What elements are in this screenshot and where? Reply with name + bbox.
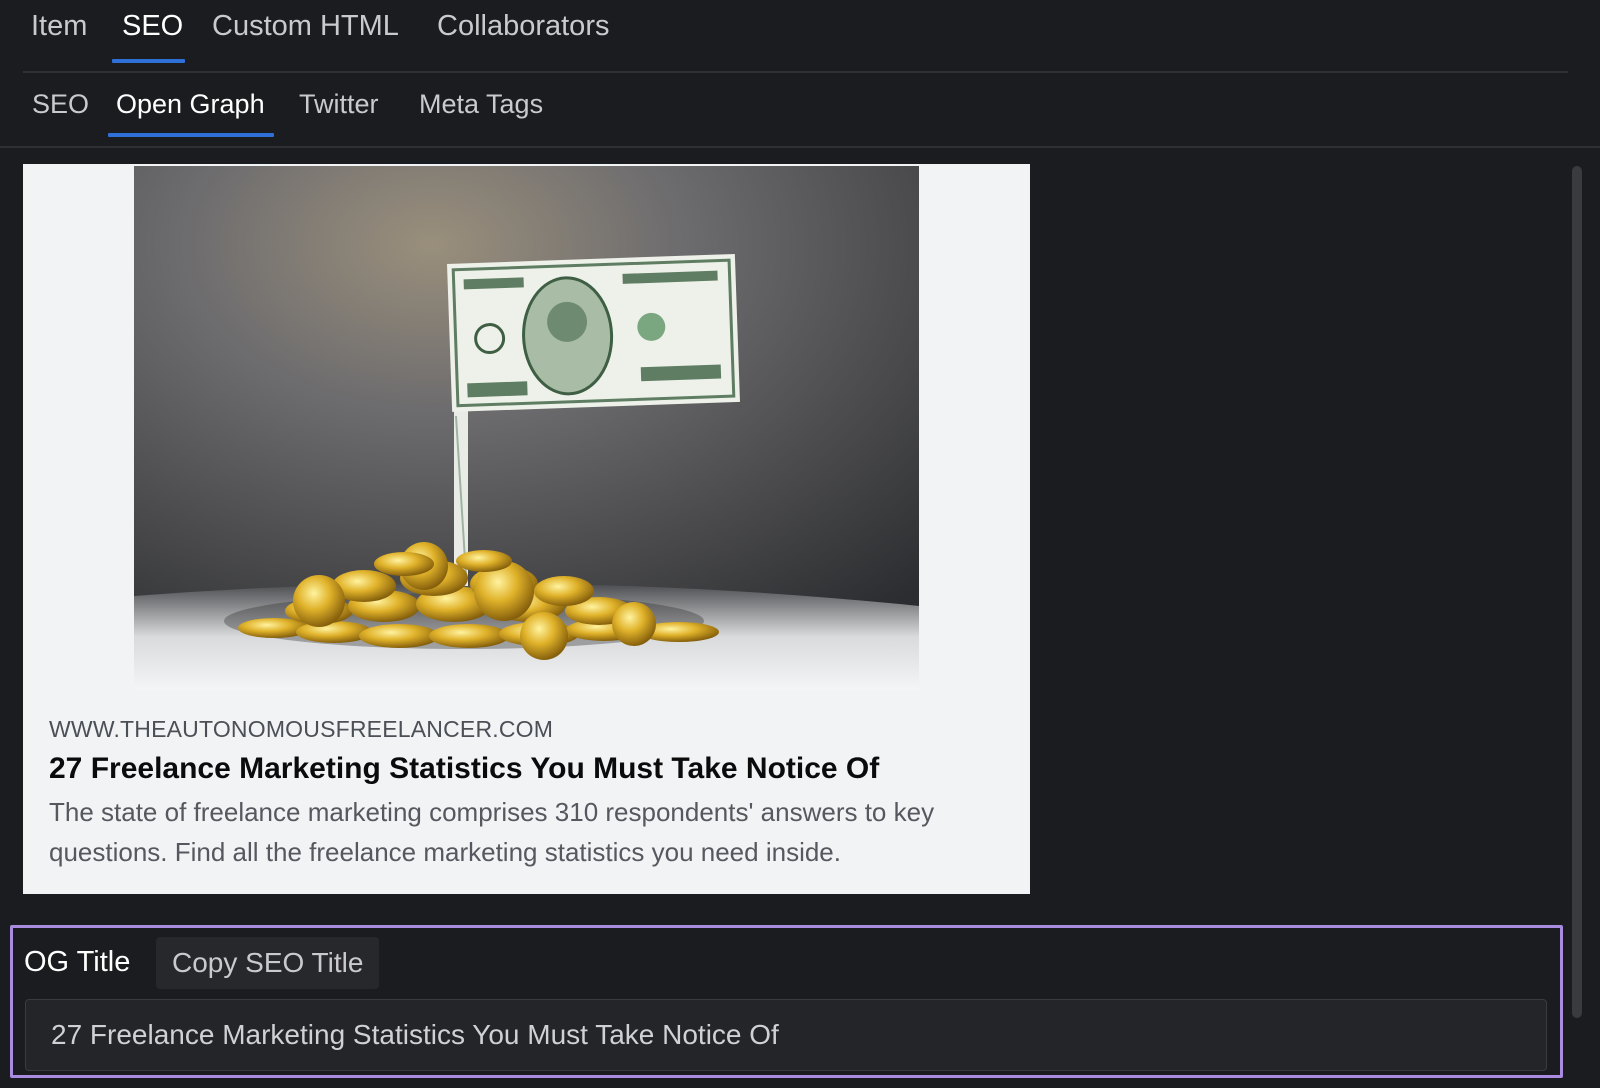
og-preview-domain: WWW.THEAUTONOMOUSFREELANCER.COM: [49, 716, 554, 742]
top-tab-bar: Item SEO Custom HTML Collaborators: [23, 0, 1568, 73]
tab-collaborators[interactable]: Collaborators: [437, 10, 609, 43]
og-title-label: OG Title: [24, 946, 131, 978]
scrollbar-thumb[interactable]: [1572, 166, 1582, 1018]
subtab-meta-tags[interactable]: Meta Tags: [419, 89, 543, 120]
tab-seo[interactable]: SEO: [122, 10, 183, 43]
subtab-open-graph[interactable]: Open Graph: [116, 89, 265, 120]
subtab-twitter[interactable]: Twitter: [299, 89, 379, 120]
sub-tab-bar: SEO Open Graph Twitter Meta Tags: [0, 75, 1600, 148]
og-preview-card: WWW.THEAUTONOMOUSFREELANCER.COM 27 Freel…: [23, 164, 1030, 894]
copy-seo-title-button[interactable]: Copy SEO Title: [156, 937, 380, 989]
active-tab-indicator: [112, 59, 185, 63]
og-preview-title: 27 Freelance Marketing Statistics You Mu…: [49, 752, 880, 785]
tab-custom-html[interactable]: Custom HTML: [212, 10, 399, 43]
dollar-flag-coins-photo-icon: [134, 166, 919, 690]
og-preview-image: [134, 166, 919, 690]
active-subtab-indicator: [108, 133, 274, 137]
og-preview-description: The state of freelance marketing compris…: [49, 797, 935, 867]
subtab-seo[interactable]: SEO: [32, 89, 89, 120]
og-title-input[interactable]: [25, 999, 1547, 1071]
tab-item[interactable]: Item: [31, 10, 87, 43]
og-title-field-group: OG Title Copy SEO Title: [10, 925, 1563, 1078]
